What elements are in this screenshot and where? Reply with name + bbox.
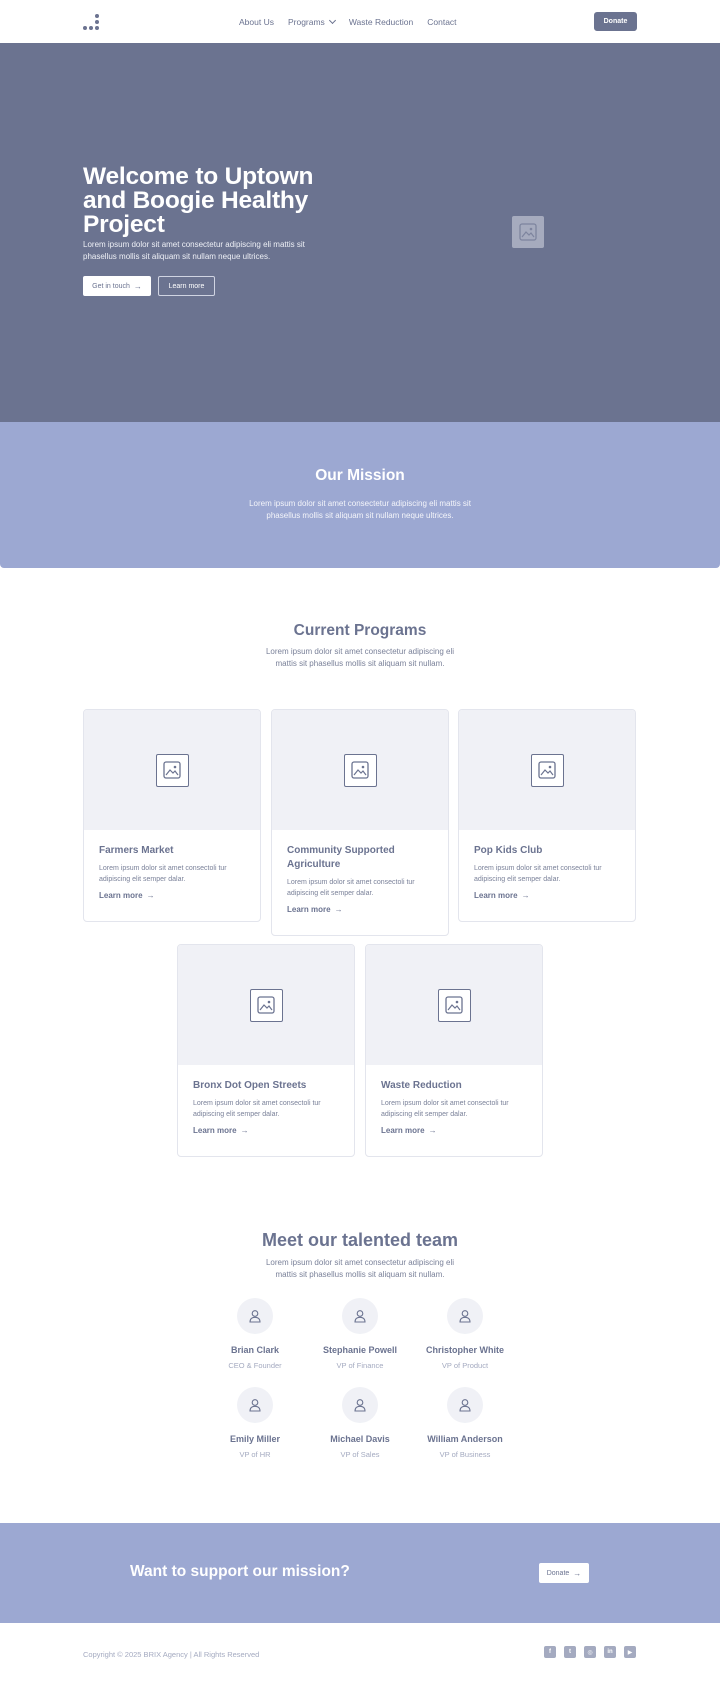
card-description: Lorem ipsum dolor sit amet consectoli tu… <box>474 865 602 883</box>
nav-links: About Us Programs Waste Reduction Contac… <box>239 15 471 28</box>
nav-link-contact[interactable]: Contact <box>427 15 456 28</box>
member-role: VP of Product <box>441 1361 489 1370</box>
cta-title: Want to support our mission? <box>130 1563 350 1580</box>
arrow-right-icon: → <box>573 1568 582 1578</box>
learn-more-link[interactable]: Learn more → <box>474 891 530 900</box>
card-media <box>84 710 260 830</box>
facebook-icon[interactable]: f <box>544 1646 556 1658</box>
learn-more-label: Learn more <box>193 1126 237 1135</box>
learn-more-label: Learn more <box>99 891 143 900</box>
image-placeholder-icon <box>437 988 471 1022</box>
programs-description: Lorem ipsum dolor sit amet consectetur a… <box>265 647 455 668</box>
card-media <box>459 710 635 830</box>
card-title: Pop Kids Club <box>474 845 543 856</box>
arrow-right-icon: → <box>334 905 343 914</box>
nav-link-programs[interactable]: Programs <box>287 15 336 28</box>
hero-section: Welcome to Uptown and Boogie Healthy Pro… <box>0 43 720 422</box>
arrow-right-icon: → <box>133 281 142 291</box>
user-icon <box>447 1387 483 1423</box>
copyright-text: Copyright © 2025 BRIX Agency | All Right… <box>83 1650 260 1659</box>
arrow-right-icon: → <box>521 891 530 900</box>
user-icon <box>237 1298 273 1334</box>
cta-donate-label: Donate <box>546 1569 570 1577</box>
image-placeholder-icon <box>249 988 283 1022</box>
card-media <box>366 945 542 1065</box>
program-card[interactable]: Community Supported Agriculture Lorem ip… <box>271 709 449 936</box>
image-placeholder-icon <box>343 753 377 787</box>
team-member: William Anderson VP of Business <box>400 1387 530 1459</box>
learn-more-link[interactable]: Learn more → <box>193 1126 249 1135</box>
card-title: Waste Reduction <box>381 1080 462 1091</box>
image-placeholder-icon <box>155 753 189 787</box>
chevron-down-icon <box>328 16 336 24</box>
twitter-icon[interactable]: t <box>564 1646 576 1658</box>
cta-section: Want to support our mission? Donate → <box>0 1523 720 1623</box>
card-title: Farmers Market <box>99 845 174 856</box>
card-description: Lorem ipsum dolor sit amet consectoli tu… <box>287 879 415 897</box>
card-media <box>178 945 354 1065</box>
get-in-touch-label: Get in touch <box>92 282 130 290</box>
donate-button[interactable]: Donate <box>594 12 637 31</box>
image-placeholder-icon <box>512 216 544 248</box>
member-name: Christopher White <box>426 1345 504 1355</box>
logo-icon[interactable] <box>83 14 99 30</box>
member-role: VP of Business <box>439 1450 491 1459</box>
card-media <box>272 710 448 830</box>
learn-more-link[interactable]: Learn more → <box>381 1126 437 1135</box>
learn-more-label: Learn more <box>381 1126 425 1135</box>
cta-donate-button[interactable]: Donate → <box>539 1563 589 1583</box>
user-icon <box>447 1298 483 1334</box>
hero-description: Lorem ipsum dolor sit amet consectetur a… <box>83 240 305 261</box>
card-title: Community Supported Agriculture <box>287 845 395 870</box>
image-placeholder-icon <box>530 753 564 787</box>
programs-title: Current Programs <box>293 622 427 639</box>
member-name: William Anderson <box>427 1434 503 1444</box>
team-member: Christopher White VP of Product <box>400 1298 530 1370</box>
card-description: Lorem ipsum dolor sit amet consectoli tu… <box>381 1100 509 1118</box>
team-title: Meet our talented team <box>261 1230 459 1250</box>
nav-link-waste-reduction[interactable]: Waste Reduction <box>349 15 413 28</box>
program-card[interactable]: Bronx Dot Open Streets Lorem ipsum dolor… <box>177 944 355 1157</box>
instagram-icon[interactable]: ◎ <box>584 1646 596 1658</box>
learn-more-label: Learn more <box>287 905 331 914</box>
mission-description: Lorem ipsum dolor sit amet consectetur a… <box>249 499 471 520</box>
arrow-right-icon: → <box>428 1126 437 1135</box>
program-card[interactable]: Pop Kids Club Lorem ipsum dolor sit amet… <box>458 709 636 922</box>
mission-title: Our Mission <box>315 467 405 484</box>
learn-more-button[interactable]: Learn more <box>158 276 215 296</box>
program-card[interactable]: Farmers Market Lorem ipsum dolor sit ame… <box>83 709 261 922</box>
team-description: Lorem ipsum dolor sit amet consectetur a… <box>265 1258 455 1279</box>
hero-title: Welcome to Uptown and Boogie Healthy Pro… <box>83 163 314 238</box>
linkedin-icon[interactable]: in <box>604 1646 616 1658</box>
card-description: Lorem ipsum dolor sit amet consectoli tu… <box>193 1100 321 1118</box>
learn-more-label: Learn more <box>474 891 518 900</box>
user-icon <box>237 1387 273 1423</box>
mission-section: Our Mission Lorem ipsum dolor sit amet c… <box>0 422 720 568</box>
learn-more-link[interactable]: Learn more → <box>99 891 155 900</box>
learn-more-link[interactable]: Learn more → <box>287 905 343 914</box>
card-title: Bronx Dot Open Streets <box>193 1080 307 1091</box>
top-navbar: About Us Programs Waste Reduction Contac… <box>0 0 720 43</box>
user-icon <box>342 1387 378 1423</box>
arrow-right-icon: → <box>240 1126 249 1135</box>
card-description: Lorem ipsum dolor sit amet consectoli tu… <box>99 865 227 883</box>
program-card[interactable]: Waste Reduction Lorem ipsum dolor sit am… <box>365 944 543 1157</box>
arrow-right-icon: → <box>146 891 155 900</box>
nav-link-about[interactable]: About Us <box>239 15 274 28</box>
user-icon <box>342 1298 378 1334</box>
youtube-icon[interactable]: ▶ <box>624 1646 636 1658</box>
get-in-touch-button[interactable]: Get in touch → <box>83 276 151 296</box>
nav-link-programs-label: Programs <box>287 16 325 27</box>
social-links: f t ◎ in ▶ <box>544 1646 644 1658</box>
